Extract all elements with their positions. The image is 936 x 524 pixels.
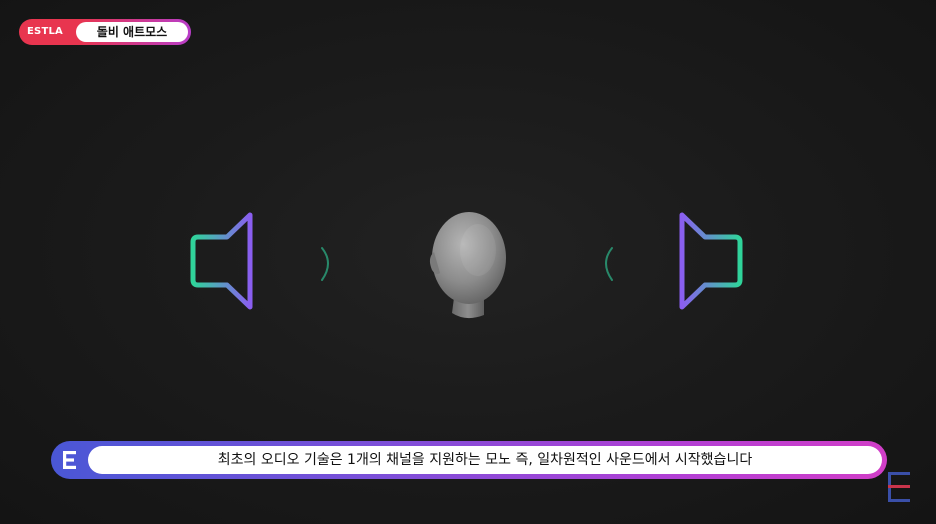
head-icon (429, 212, 506, 319)
left-speaker-icon (190, 212, 253, 310)
right-sound-wave-icon (605, 247, 613, 281)
corner-logo-icon (888, 472, 910, 502)
video-frame: ESTLA 돌비 애트모스 최초의 오디오 기술은 1개의 채널을 지원하는 모… (0, 0, 936, 524)
left-sound-wave-icon (321, 247, 329, 281)
estla-logo-icon (63, 451, 76, 469)
subtitle-text: 최초의 오디오 기술은 1개의 채널을 지원하는 모노 즉, 일차원적인 사운드… (88, 446, 882, 474)
right-speaker-icon (679, 212, 743, 310)
subtitle-bar: 최초의 오디오 기술은 1개의 채널을 지원하는 모노 즉, 일차원적인 사운드… (51, 441, 887, 479)
